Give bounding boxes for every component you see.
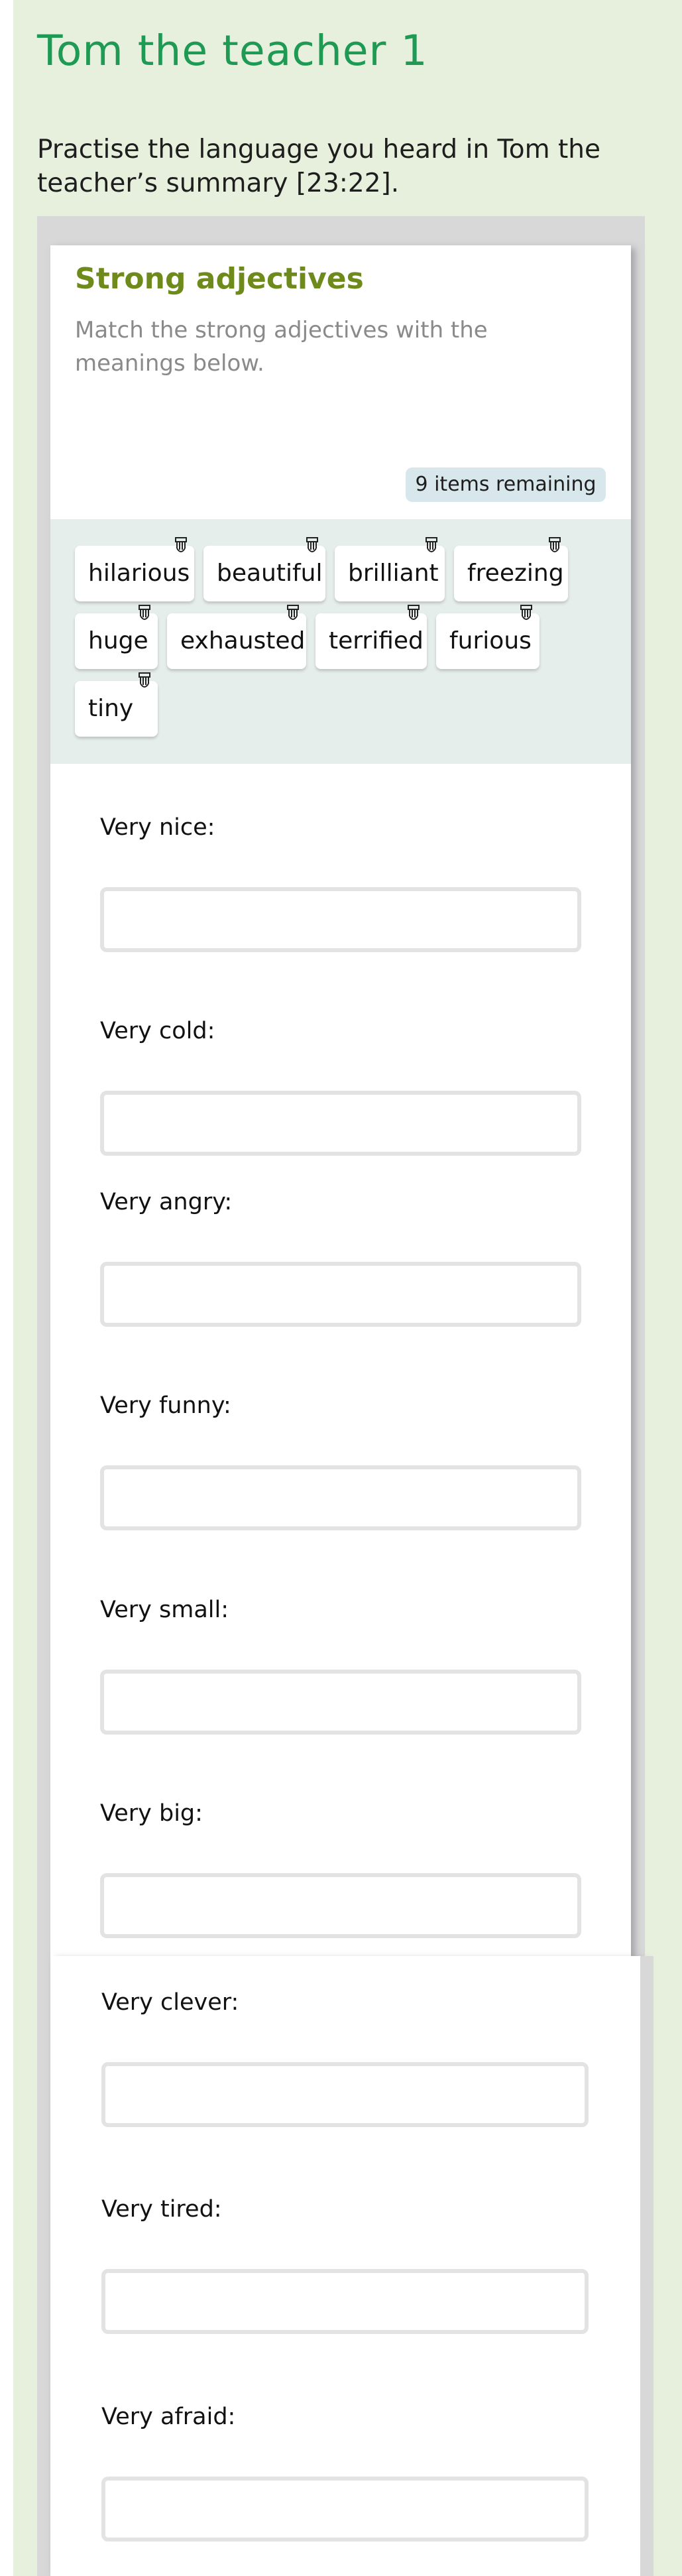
drop-zone-very-funny[interactable] <box>100 1465 581 1530</box>
drop-zone-very-nice[interactable] <box>100 887 581 952</box>
word-chip-label: beautiful <box>217 560 323 587</box>
word-chip-label: tiny <box>88 695 134 722</box>
activity-title: Strong adjectives <box>75 262 364 296</box>
drop-zone-very-cold[interactable] <box>100 1091 581 1156</box>
drag-hand-icon <box>287 605 299 620</box>
word-chip-furious[interactable]: furious <box>436 605 540 669</box>
word-chip-label: brilliant <box>348 560 439 587</box>
drag-hand-icon <box>426 537 437 552</box>
word-chip-beautiful[interactable]: beautiful <box>203 537 325 601</box>
word-chip-exhausted[interactable]: exhausted <box>167 605 306 669</box>
question-label-very-nice: Very nice: <box>100 814 215 841</box>
drag-hand-icon <box>139 672 150 688</box>
intro-text: Practise the language you heard in Tom t… <box>37 135 600 198</box>
question-label-very-big: Very big: <box>100 1800 203 1827</box>
word-bank: hilarious beautiful brilliant freezing h… <box>50 519 631 764</box>
question-label-very-tired: Very tired: <box>101 2196 222 2223</box>
word-chip-label: huge <box>88 627 148 654</box>
word-chip-huge[interactable]: huge <box>75 605 158 669</box>
drag-hand-icon <box>549 537 561 552</box>
drag-hand-icon <box>520 605 532 620</box>
drag-hand-icon <box>408 605 420 620</box>
activity-description: Match the strong adjectives with the mea… <box>75 317 488 377</box>
question-label-very-small: Very small: <box>100 1597 229 1623</box>
drop-zone-very-clever[interactable] <box>101 2062 589 2127</box>
activity-frame-edge <box>640 1956 654 2576</box>
word-chip-label: hilarious <box>88 560 190 587</box>
word-chip-label: freezing <box>467 560 564 587</box>
word-chip-label: furious <box>449 627 532 654</box>
word-chip-brilliant[interactable]: brilliant <box>335 537 445 601</box>
drag-hand-icon <box>306 537 318 552</box>
word-chip-tiny[interactable]: tiny <box>75 672 158 737</box>
items-remaining-badge: 9 items remaining <box>406 467 606 502</box>
word-chip-hilarious[interactable]: hilarious <box>75 537 194 601</box>
drop-zone-very-big[interactable] <box>100 1873 581 1938</box>
word-chip-freezing[interactable]: freezing <box>454 537 568 601</box>
drop-zone-very-tired[interactable] <box>101 2269 589 2334</box>
question-label-very-funny: Very funny: <box>100 1392 231 1419</box>
drag-hand-icon <box>175 537 187 552</box>
question-label-very-clever: Very clever: <box>101 1989 239 2016</box>
word-chip-terrified[interactable]: terrified <box>315 605 427 669</box>
word-chip-label: exhausted <box>180 627 306 654</box>
word-chip-label: terrified <box>329 627 424 654</box>
drop-zone-very-angry[interactable] <box>100 1262 581 1327</box>
drop-zone-very-afraid[interactable] <box>101 2477 589 2542</box>
page-title: Tom the teacher 1 <box>37 27 428 75</box>
drop-zone-very-small[interactable] <box>100 1670 581 1735</box>
drag-hand-icon <box>139 605 150 620</box>
question-label-very-afraid: Very afraid: <box>101 2404 236 2430</box>
question-label-very-angry: Very angry: <box>100 1189 233 1215</box>
question-label-very-cold: Very cold: <box>100 1018 215 1044</box>
